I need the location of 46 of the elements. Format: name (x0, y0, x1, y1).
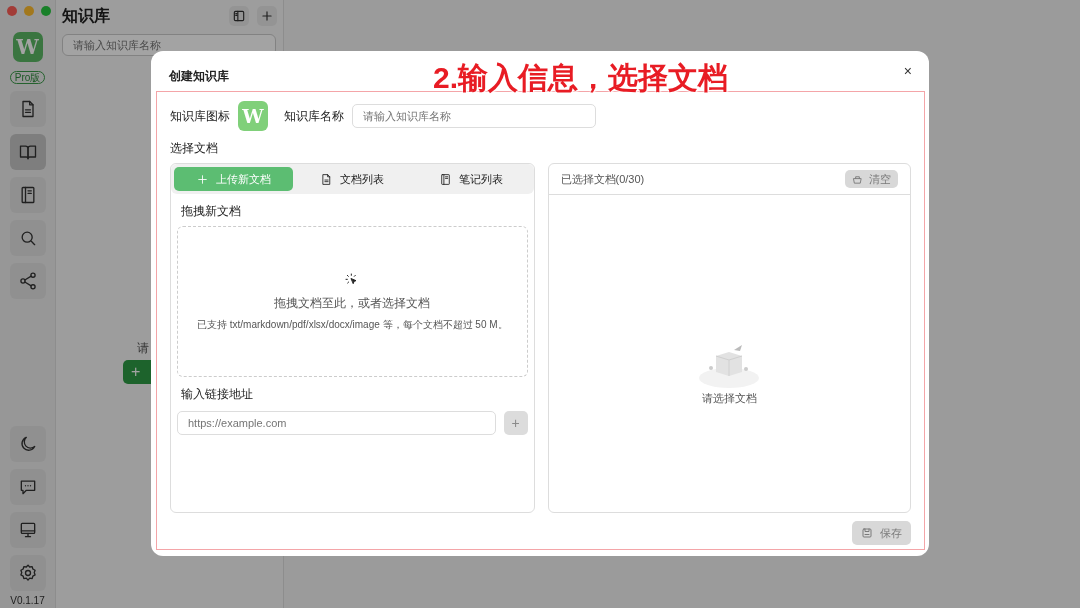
field-label: 知识库图标 (170, 108, 230, 125)
share-icon (17, 271, 38, 291)
add-button[interactable] (257, 6, 277, 26)
sidebar-nav-button[interactable] (9, 512, 46, 548)
url-input-field[interactable]: https://example.com (177, 411, 496, 435)
panel-title: 已选择文档(0/30) (560, 171, 645, 187)
annotation-text: 2.输入信息，选择文档 (433, 60, 729, 96)
section-label: 拖拽新文档 (181, 203, 242, 220)
notebook-icon (439, 172, 453, 186)
supported-formats-hint: 已支持 txt/markdown/pdf/xlsx/docx/image 等，每个文档不超过 50 M。 (196, 317, 508, 332)
field-label: 知识库名称 (284, 108, 344, 125)
icon-picker[interactable]: W (238, 101, 268, 131)
dialog-title: 创建知识库 (168, 68, 229, 85)
drop-zone[interactable]: 拖拽文档至此，或者选择文档 已支持 txt/markdown/pdf/xlsx/docx/image 等，每个文档不超过 50 M。 (177, 226, 528, 377)
tab[interactable]: 文档列表 (292, 167, 412, 191)
sidebar-nav-button[interactable] (9, 177, 46, 213)
section-label: 选择文档 (170, 140, 219, 157)
app-logo: W (12, 32, 43, 62)
plus-icon (195, 172, 209, 186)
sidebar-nav-button[interactable] (9, 91, 46, 127)
tab[interactable]: 上传新文档 (174, 167, 293, 191)
settings-icon (17, 563, 38, 583)
drop-instruction: 拖拽文档至此，或者选择文档 (274, 294, 431, 312)
empty-state-text: 请 (137, 340, 149, 357)
panel-icon (232, 9, 246, 23)
close-window-dot[interactable] (7, 6, 17, 16)
sidebar-nav-button[interactable] (9, 263, 46, 299)
zoom-window-dot[interactable] (41, 6, 51, 16)
tab[interactable]: 笔记列表 (411, 167, 531, 191)
empty-state-text: 请选择文档 (701, 391, 757, 407)
search-field[interactable]: 请输入知识库名称 (62, 34, 276, 56)
minimize-window-dot[interactable] (24, 6, 34, 16)
sidebar-nav-button[interactable] (9, 134, 46, 170)
section-label: 输入链接地址 (181, 386, 254, 403)
empty-box-drawing (698, 342, 761, 389)
panel-title: 知识库 (62, 6, 110, 26)
sidebar-nav-button[interactable] (9, 426, 46, 462)
basket-icon (852, 173, 863, 185)
sidebar-nav-button[interactable] (9, 469, 46, 505)
toggle-panel-button[interactable] (229, 6, 249, 26)
version-label: V0.1.17 (10, 594, 45, 608)
close-button[interactable]: × (900, 63, 915, 79)
sidebar-nav-button[interactable] (9, 220, 46, 256)
name-input-field[interactable]: 请输入知识库名称 (352, 104, 596, 128)
settings-button[interactable] (9, 555, 46, 591)
plus-icon (260, 9, 274, 23)
